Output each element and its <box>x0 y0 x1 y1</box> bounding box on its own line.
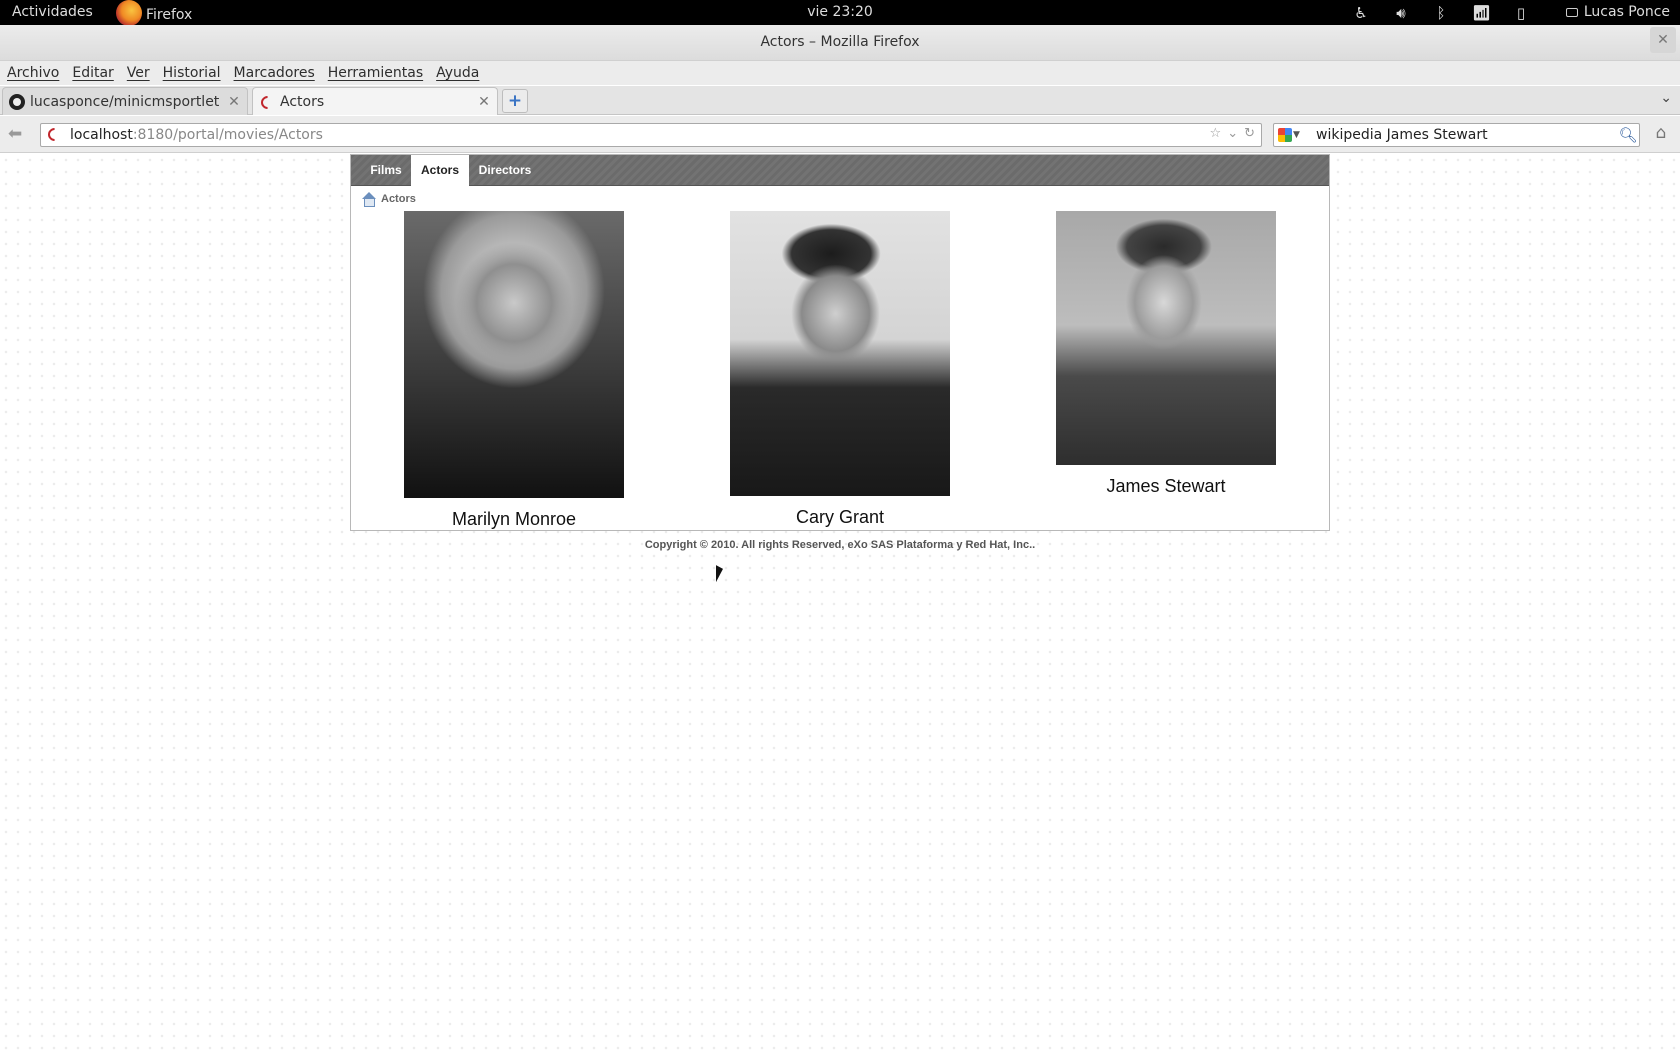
actor-card[interactable]: James Stewart <box>1056 211 1276 497</box>
actor-photo[interactable] <box>1056 211 1276 465</box>
close-window-button[interactable]: ✕ <box>1650 27 1676 53</box>
navigation-toolbar: ⬅ localhost:8180/portal/movies/Actors ☆ … <box>0 116 1680 153</box>
close-tab-icon[interactable]: ✕ <box>477 94 491 110</box>
close-tab-icon[interactable]: ✕ <box>227 94 241 110</box>
window-titlebar[interactable]: Actors – Mozilla Firefox ✕ <box>0 25 1680 61</box>
url-path: :8180/portal/movies/Actors <box>132 127 323 143</box>
breadcrumb: Actors <box>361 192 416 207</box>
actor-photo[interactable] <box>404 211 624 498</box>
bookmark-star-icon[interactable]: ☆ <box>1210 126 1222 141</box>
menu-herramientas[interactable]: Herramientas <box>328 61 423 85</box>
google-icon <box>1278 128 1292 142</box>
portal-container: Films Actors Directors Actors Marilyn Mo… <box>350 154 1330 531</box>
menu-bar: Archivo Editar Ver Historial Marcadores … <box>0 61 1680 85</box>
window-title: Actors – Mozilla Firefox <box>760 34 920 50</box>
home-icon[interactable]: ⌂ <box>1650 123 1672 145</box>
tab-label: Actors <box>280 93 325 110</box>
copyright-footer: Copyright © 2010. All rights Reserved, e… <box>644 539 1036 551</box>
tab-github[interactable]: lucasponce/minicmsportlet ✕ <box>2 87 248 115</box>
nav-tab-directors[interactable]: Directors <box>469 155 541 186</box>
page-content: Films Actors Directors Actors Marilyn Mo… <box>0 154 1680 1050</box>
actor-card[interactable]: Marilyn Monroe <box>404 211 624 530</box>
search-engine-selector[interactable]: ▼ <box>1278 126 1308 144</box>
chevron-down-icon: ▼ <box>1293 130 1300 140</box>
menu-archivo[interactable]: Archivo <box>7 61 59 85</box>
chat-icon <box>1565 7 1578 17</box>
search-magnifier-icon[interactable]: 🔍︎ <box>1617 125 1639 145</box>
user-name: Lucas Ponce <box>1583 4 1670 20</box>
back-arrow-icon[interactable]: ⬅ <box>8 124 22 144</box>
actor-name[interactable]: Cary Grant <box>730 507 950 528</box>
bluetooth-icon[interactable]: ᛒ <box>1432 4 1450 22</box>
site-identity-icon[interactable] <box>46 126 64 144</box>
actor-name[interactable]: Marilyn Monroe <box>404 509 624 530</box>
tab-actors[interactable]: Actors ✕ <box>252 87 498 115</box>
portal-icon <box>259 94 275 110</box>
search-bar[interactable]: ▼ wikipedia James Stewart 🔍︎ <box>1273 123 1640 147</box>
nav-tab-films[interactable]: Films <box>361 155 411 186</box>
actor-name[interactable]: James Stewart <box>1056 476 1276 497</box>
tab-label: lucasponce/minicmsportlet <box>30 93 220 110</box>
wifi-icon[interactable]: 📶︎ <box>1472 4 1491 22</box>
status-icons: ♿ 🔊︎ ᛒ 📶︎ ▯ <box>1352 4 1530 22</box>
url-host: localhost <box>70 127 133 143</box>
url-bar[interactable]: localhost:8180/portal/movies/Actors ☆ ⌄ … <box>40 123 1262 147</box>
actor-photo[interactable] <box>730 211 950 496</box>
search-input[interactable]: wikipedia James Stewart <box>1316 127 1617 143</box>
github-icon <box>9 93 25 110</box>
menu-ayuda[interactable]: Ayuda <box>436 61 479 85</box>
tab-list-chevron-icon[interactable]: ⌄ <box>1660 90 1672 106</box>
volume-icon[interactable]: 🔊︎ <box>1392 4 1410 22</box>
menu-editar[interactable]: Editar <box>72 61 113 85</box>
menu-historial[interactable]: Historial <box>163 61 221 85</box>
accessibility-icon[interactable]: ♿ <box>1352 4 1370 22</box>
portal-navigation: Films Actors Directors <box>351 155 1329 186</box>
reload-icon[interactable]: ↻ <box>1244 126 1255 141</box>
nav-tab-actors[interactable]: Actors <box>411 155 469 186</box>
url-tools: ☆ ⌄ ↻ <box>1210 126 1255 141</box>
battery-icon[interactable]: ▯ <box>1512 4 1530 22</box>
menu-ver[interactable]: Ver <box>127 61 150 85</box>
history-dropdown-icon[interactable]: ⌄ <box>1227 126 1238 141</box>
new-tab-button[interactable]: + <box>502 89 528 113</box>
gnome-top-panel: Actividades Firefox vie 23:20 ♿ 🔊︎ ᛒ 📶︎ … <box>0 0 1680 26</box>
actor-card[interactable]: Cary Grant <box>730 211 950 528</box>
home-icon[interactable] <box>361 192 376 207</box>
breadcrumb-current: Actors <box>381 193 416 205</box>
user-menu[interactable]: Lucas Ponce <box>1565 4 1670 20</box>
menu-marcadores[interactable]: Marcadores <box>234 61 315 85</box>
tab-strip: lucasponce/minicmsportlet ✕ Actors ✕ + ⌄ <box>0 86 1680 115</box>
mouse-cursor-icon <box>716 565 723 586</box>
